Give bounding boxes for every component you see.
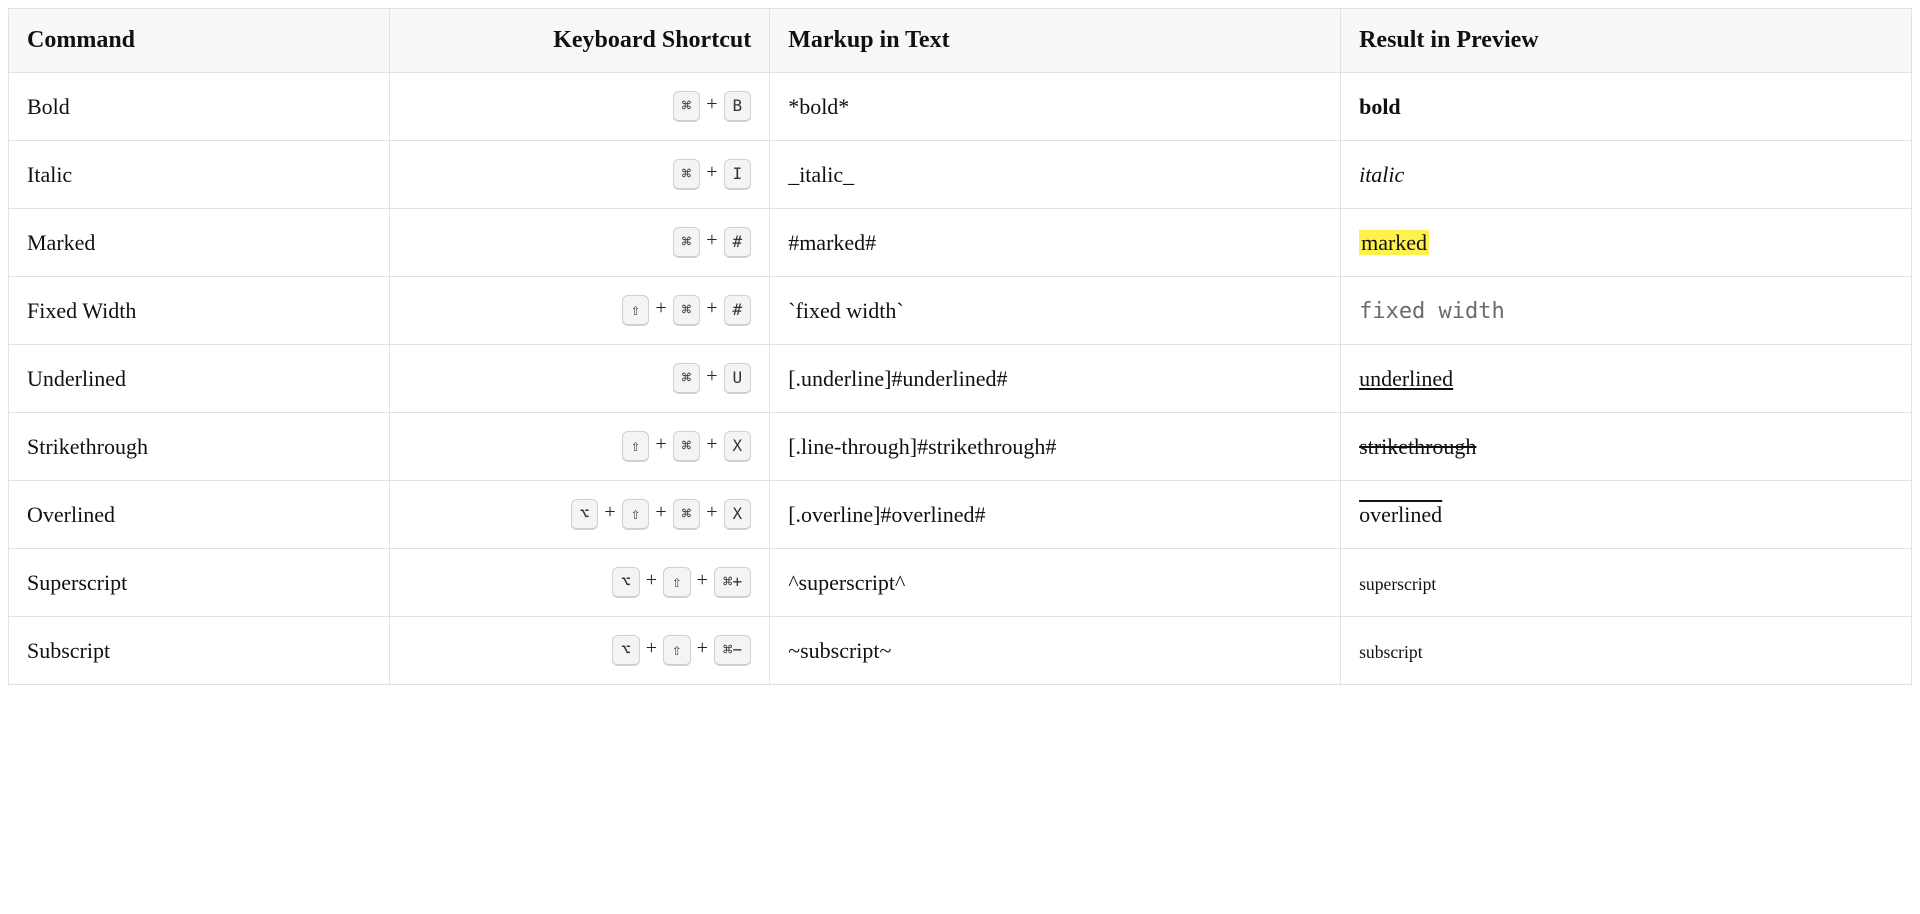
formatting-shortcuts-table: Command Keyboard Shortcut Markup in Text… <box>8 8 1912 685</box>
keycap: ⌥ <box>612 567 640 598</box>
key-plus: + <box>700 161 723 184</box>
keycap: U <box>724 363 752 394</box>
command-cell: Bold <box>9 73 390 141</box>
result-preview: marked <box>1359 230 1429 255</box>
shortcut-cell: ⌥+⇧+⌘− <box>389 617 770 685</box>
keycap: # <box>724 295 752 326</box>
result-cell: strikethrough <box>1341 413 1912 481</box>
keycap: X <box>724 499 752 530</box>
result-cell: bold <box>1341 73 1912 141</box>
shortcut-cell: ⌥+⇧+⌘+X <box>389 481 770 549</box>
command-cell: Superscript <box>9 549 390 617</box>
shortcut-cell: ⌥+⇧+⌘+ <box>389 549 770 617</box>
result-cell: underlined <box>1341 345 1912 413</box>
shortcut-cell: ⌘+I <box>389 141 770 209</box>
table-row: Bold⌘+B*bold*bold <box>9 73 1912 141</box>
keycap: ⇧ <box>622 295 650 326</box>
command-cell: Strikethrough <box>9 413 390 481</box>
table-row: Overlined⌥+⇧+⌘+X[.overline]#overlined#ov… <box>9 481 1912 549</box>
command-cell: Marked <box>9 209 390 277</box>
key-plus: + <box>598 501 621 524</box>
table-row: Fixed Width⇧+⌘+#`fixed width`fixed width <box>9 277 1912 345</box>
result-cell: italic <box>1341 141 1912 209</box>
table-row: Subscript⌥+⇧+⌘−~subscript~subscript <box>9 617 1912 685</box>
shortcut-cell: ⌘+# <box>389 209 770 277</box>
table-row: Underlined⌘+U[.underline]#underlined#und… <box>9 345 1912 413</box>
header-command: Command <box>9 9 390 73</box>
keycap: ⇧ <box>622 431 650 462</box>
shortcut-cell: ⇧+⌘+# <box>389 277 770 345</box>
command-cell: Fixed Width <box>9 277 390 345</box>
keycap: ⌘ <box>673 363 701 394</box>
command-cell: Subscript <box>9 617 390 685</box>
header-result: Result in Preview <box>1341 9 1912 73</box>
result-preview: fixed width <box>1359 299 1505 324</box>
keycap: ⇧ <box>622 499 650 530</box>
key-plus: + <box>649 501 672 524</box>
header-markup: Markup in Text <box>770 9 1341 73</box>
result-cell: fixed width <box>1341 277 1912 345</box>
header-shortcut: Keyboard Shortcut <box>389 9 770 73</box>
result-preview: subscript <box>1359 642 1423 662</box>
keycap: ⌘ <box>673 227 701 258</box>
key-plus: + <box>691 637 714 660</box>
keycap: ⌘ <box>673 295 701 326</box>
result-cell: superscript <box>1341 549 1912 617</box>
keycap: ⌘ <box>673 159 701 190</box>
result-cell: subscript <box>1341 617 1912 685</box>
keycap: ⌘+ <box>714 567 751 598</box>
command-cell: Overlined <box>9 481 390 549</box>
key-plus: + <box>700 433 723 456</box>
key-plus: + <box>700 501 723 524</box>
shortcut-cell: ⌘+U <box>389 345 770 413</box>
keycap: ⌥ <box>571 499 599 530</box>
key-plus: + <box>649 297 672 320</box>
key-plus: + <box>640 569 663 592</box>
keycap: B <box>724 91 752 122</box>
table-row: Marked⌘+##marked#marked <box>9 209 1912 277</box>
table-header-row: Command Keyboard Shortcut Markup in Text… <box>9 9 1912 73</box>
result-preview: underlined <box>1359 366 1453 391</box>
keycap: ⌘− <box>714 635 751 666</box>
keycap: # <box>724 227 752 258</box>
keycap: ⌘ <box>673 431 701 462</box>
command-cell: Italic <box>9 141 390 209</box>
command-cell: Underlined <box>9 345 390 413</box>
markup-cell: [.overline]#overlined# <box>770 481 1341 549</box>
key-plus: + <box>700 229 723 252</box>
result-preview: superscript <box>1359 574 1436 594</box>
keycap: X <box>724 431 752 462</box>
key-plus: + <box>649 433 672 456</box>
keycap: ⇧ <box>663 635 691 666</box>
result-preview: strikethrough <box>1359 434 1476 459</box>
markup-cell: ~subscript~ <box>770 617 1341 685</box>
key-plus: + <box>700 365 723 388</box>
shortcut-cell: ⇧+⌘+X <box>389 413 770 481</box>
keycap: I <box>724 159 752 190</box>
table-row: Italic⌘+I_italic_italic <box>9 141 1912 209</box>
key-plus: + <box>700 93 723 116</box>
result-cell: overlined <box>1341 481 1912 549</box>
keycap: ⌥ <box>612 635 640 666</box>
markup-cell: [.underline]#underlined# <box>770 345 1341 413</box>
key-plus: + <box>691 569 714 592</box>
result-preview: bold <box>1359 94 1401 119</box>
shortcut-cell: ⌘+B <box>389 73 770 141</box>
result-preview: overlined <box>1359 502 1442 527</box>
markup-cell: *bold* <box>770 73 1341 141</box>
key-plus: + <box>700 297 723 320</box>
table-row: Superscript⌥+⇧+⌘+^superscript^superscrip… <box>9 549 1912 617</box>
key-plus: + <box>640 637 663 660</box>
markup-cell: [.line-through]#strikethrough# <box>770 413 1341 481</box>
keycap: ⌘ <box>673 91 701 122</box>
markup-cell: #marked# <box>770 209 1341 277</box>
markup-cell: `fixed width` <box>770 277 1341 345</box>
result-preview: italic <box>1359 162 1404 187</box>
markup-cell: ^superscript^ <box>770 549 1341 617</box>
keycap: ⇧ <box>663 567 691 598</box>
keycap: ⌘ <box>673 499 701 530</box>
result-cell: marked <box>1341 209 1912 277</box>
markup-cell: _italic_ <box>770 141 1341 209</box>
table-row: Strikethrough⇧+⌘+X[.line-through]#strike… <box>9 413 1912 481</box>
